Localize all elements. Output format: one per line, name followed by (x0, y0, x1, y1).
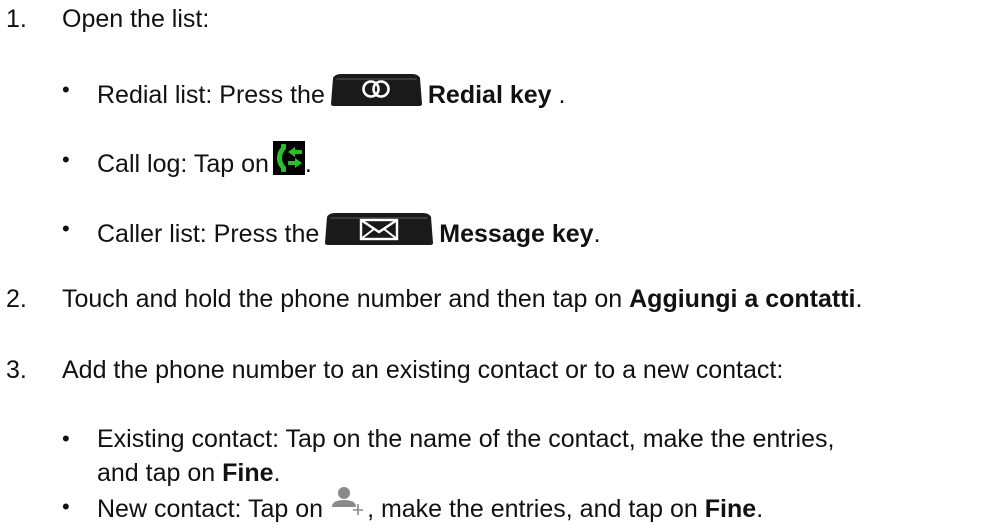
item-text: . (756, 495, 764, 524)
add-contact-icon (331, 486, 365, 523)
list-item-content: and tap on Fine. (97, 458, 280, 488)
item-bold: Fine (222, 459, 274, 487)
item-bold: Fine (704, 495, 757, 524)
item-bold: Message key (439, 220, 594, 249)
item-text: Redial list: Press the (97, 81, 325, 110)
step-text: Add the phone number to an existing cont… (62, 356, 784, 384)
item-text: Existing contact: Tap on the name of the… (97, 425, 835, 453)
item-text: Caller list: Press the (97, 220, 320, 249)
bullet: • (62, 216, 70, 241)
step-content: Touch and hold the phone number and then… (62, 284, 862, 314)
item-text: , make the entries, and tap on (367, 495, 705, 524)
bullet: • (62, 147, 70, 172)
step-number: 2. (6, 285, 27, 313)
item-text: . (304, 150, 312, 179)
item-bold: Redial key (427, 81, 552, 110)
item-text: Call log: Tap on (97, 150, 269, 179)
item-text: . (273, 459, 281, 487)
step-bold: Aggiungi a contatti (629, 285, 856, 313)
list-item-content: Call log: Tap on . (97, 141, 312, 186)
list-item-content: New contact: Tap on , make the entries, … (97, 487, 764, 529)
step-text: . (855, 285, 863, 313)
bullet: • (62, 77, 70, 102)
item-text: . (551, 81, 566, 110)
step-number: 1. (6, 5, 27, 33)
call-log-icon (272, 141, 305, 182)
step-text: Touch and hold the phone number and then… (62, 285, 630, 313)
item-text: . (593, 220, 601, 249)
item-text: and tap on (97, 459, 223, 487)
item-text: New contact: Tap on (97, 495, 324, 524)
message-key-icon (323, 211, 435, 254)
bullet: • (62, 494, 70, 519)
step-text: Open the list: (62, 5, 210, 33)
step-number: 3. (6, 356, 27, 384)
redial-key-icon (329, 72, 424, 115)
list-item-content: Caller list: Press the Message key. (97, 211, 601, 257)
list-item-content: Redial list: Press the Redial key . (97, 72, 566, 118)
bullet: • (62, 426, 70, 451)
